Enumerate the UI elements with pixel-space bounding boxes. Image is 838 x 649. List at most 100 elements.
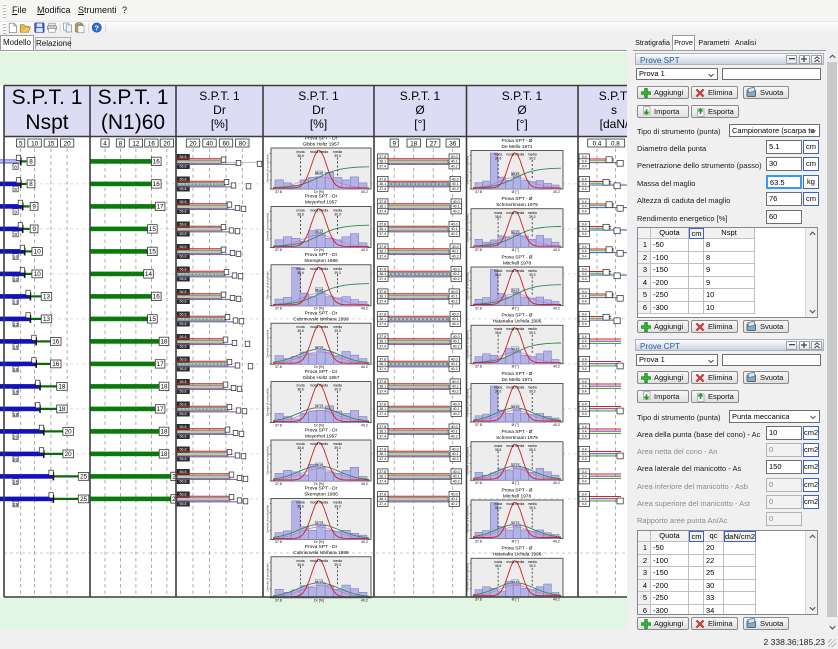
svg-text:39.3: 39.3 xyxy=(334,154,341,158)
svg-text:40.2: 40.2 xyxy=(451,435,458,439)
svg-text:37.4: 37.4 xyxy=(379,390,386,394)
svg-text:0.4: 0.4 xyxy=(582,160,587,164)
svg-text:De Mello 1971: De Mello 1971 xyxy=(502,377,533,383)
svg-text:Dr [%]: Dr [%] xyxy=(314,599,324,603)
svg-text:40.0: 40.0 xyxy=(452,245,459,249)
svg-text:38.1: 38.1 xyxy=(379,430,386,434)
svg-text:37.4: 37.4 xyxy=(379,210,386,214)
svg-text:40.2: 40.2 xyxy=(453,480,460,484)
svg-text:37.8: 37.8 xyxy=(379,222,386,226)
svg-text:37.4: 37.4 xyxy=(379,457,386,461)
svg-text:38.6: 38.6 xyxy=(297,446,304,450)
svg-text:39.3: 39.3 xyxy=(529,448,536,452)
svg-text:40.1: 40.1 xyxy=(451,430,458,434)
svg-text:Dr: Dr xyxy=(312,103,325,117)
svg-text:40.2: 40.2 xyxy=(553,306,560,310)
svg-text:0.4: 0.4 xyxy=(582,340,587,344)
svg-text:0.4: 0.4 xyxy=(582,300,587,304)
svg-text:40.2: 40.2 xyxy=(452,390,459,394)
svg-text:37.4: 37.4 xyxy=(379,277,386,281)
svg-text:10: 10 xyxy=(13,254,19,260)
svg-text:moda media: moda media xyxy=(506,211,524,215)
svg-text:0.4: 0.4 xyxy=(582,385,587,389)
svg-text:Ø: Ø xyxy=(517,103,526,117)
svg-text:Prova SPT - Ø: Prova SPT - Ø xyxy=(501,196,532,202)
svg-text:Prova SPT - Dr: Prova SPT - Dr xyxy=(305,486,338,492)
svg-text:37.8: 37.8 xyxy=(379,425,386,429)
svg-text:39.3: 39.3 xyxy=(334,504,341,508)
svg-text:40.1: 40.1 xyxy=(452,317,459,321)
svg-text:40.2: 40.2 xyxy=(451,232,458,236)
svg-text:56.8: 56.8 xyxy=(180,232,187,236)
svg-text:37.4: 37.4 xyxy=(379,435,386,439)
svg-text:Ø [°]: Ø [°] xyxy=(512,306,519,310)
svg-text:17: 17 xyxy=(157,361,165,368)
svg-text:37.8: 37.8 xyxy=(275,365,282,369)
svg-text:13: 13 xyxy=(43,294,51,301)
svg-text:37.8: 37.8 xyxy=(379,335,386,339)
svg-text:20: 20 xyxy=(163,140,171,147)
svg-text:Ø [°]: Ø [°] xyxy=(512,481,519,485)
svg-text:20: 20 xyxy=(13,457,19,463)
svg-text:39.3: 39.3 xyxy=(529,157,536,161)
svg-text:56.8: 56.8 xyxy=(180,277,187,281)
svg-text:Ø [°]: Ø [°] xyxy=(512,248,519,252)
svg-text:38.6: 38.6 xyxy=(495,448,502,452)
svg-text:40.2: 40.2 xyxy=(361,482,368,486)
svg-text:40.1: 40.1 xyxy=(451,160,458,164)
svg-text:37.4: 37.4 xyxy=(379,232,386,236)
svg-text:Prova SPT - Dr: Prova SPT - Dr xyxy=(305,194,338,200)
svg-text:Prova SPT - Ø: Prova SPT - Ø xyxy=(501,313,532,319)
svg-text:0.4: 0.4 xyxy=(582,312,587,316)
svg-text:Skempton 1986: Skempton 1986 xyxy=(304,492,338,498)
svg-text:15: 15 xyxy=(149,249,157,256)
svg-text:38.17: 38.17 xyxy=(511,289,519,293)
svg-text:Dr [%]: Dr [%] xyxy=(314,482,324,486)
svg-text:40.0: 40.0 xyxy=(451,222,458,226)
svg-text:39.3: 39.3 xyxy=(529,331,536,335)
svg-text:[°]: [°] xyxy=(414,117,425,131)
svg-text:12: 12 xyxy=(132,140,140,147)
svg-text:38.6: 38.6 xyxy=(297,388,304,392)
svg-text:0.4: 0.4 xyxy=(582,425,587,429)
svg-text:25: 25 xyxy=(13,502,19,508)
svg-text:0.4: 0.4 xyxy=(582,430,587,434)
svg-text:13: 13 xyxy=(13,322,19,328)
svg-text:[daN/: [daN/ xyxy=(600,117,629,131)
svg-text:0.4: 0.4 xyxy=(593,140,602,147)
svg-text:18: 18 xyxy=(160,429,168,436)
svg-text:Prova SPT - Ø: Prova SPT - Ø xyxy=(501,546,532,552)
svg-text:0.4: 0.4 xyxy=(582,272,587,276)
svg-text:Ø: Ø xyxy=(415,103,424,117)
svg-text:Densità di probabilità: Densità di probabilità xyxy=(266,154,270,182)
svg-text:37.8: 37.8 xyxy=(379,177,386,181)
svg-text:0.4: 0.4 xyxy=(582,165,587,169)
svg-text:Densità di probabilità: Densità di probabilità xyxy=(266,446,270,474)
svg-text:moda media: moda media xyxy=(310,559,328,563)
svg-text:38.17: 38.17 xyxy=(315,288,323,292)
svg-text:Prova SPT - Ø: Prova SPT - Ø xyxy=(501,487,532,493)
svg-text:37.8: 37.8 xyxy=(475,306,482,310)
svg-text:40.1: 40.1 xyxy=(451,227,458,231)
svg-text:Densità di probabilità: Densità di probabilità xyxy=(266,271,270,299)
svg-text:18: 18 xyxy=(160,384,168,391)
svg-text:0.4: 0.4 xyxy=(582,480,587,484)
svg-text:38.1: 38.1 xyxy=(379,497,386,501)
svg-text:40.2: 40.2 xyxy=(453,277,460,281)
svg-text:37.8: 37.8 xyxy=(475,598,482,602)
svg-text:Prova SPT - Dr: Prova SPT - Dr xyxy=(305,544,338,550)
svg-text:moda media: moda media xyxy=(310,267,328,271)
svg-text:40.1: 40.1 xyxy=(452,452,459,456)
svg-text:40.0: 40.0 xyxy=(452,380,459,384)
svg-text:Dr [%]: Dr [%] xyxy=(314,190,324,194)
svg-text:Dr [%]: Dr [%] xyxy=(314,248,324,252)
svg-text:36: 36 xyxy=(449,140,457,147)
svg-text:40.1: 40.1 xyxy=(453,205,460,209)
svg-text:20: 20 xyxy=(65,429,73,436)
svg-text:Ø [°]: Ø [°] xyxy=(512,598,519,602)
svg-text:40.1: 40.1 xyxy=(451,497,458,501)
svg-text:56.8: 56.8 xyxy=(180,322,187,326)
svg-text:37.8: 37.8 xyxy=(275,423,282,427)
svg-text:8: 8 xyxy=(29,159,33,166)
svg-text:40.2: 40.2 xyxy=(452,322,459,326)
